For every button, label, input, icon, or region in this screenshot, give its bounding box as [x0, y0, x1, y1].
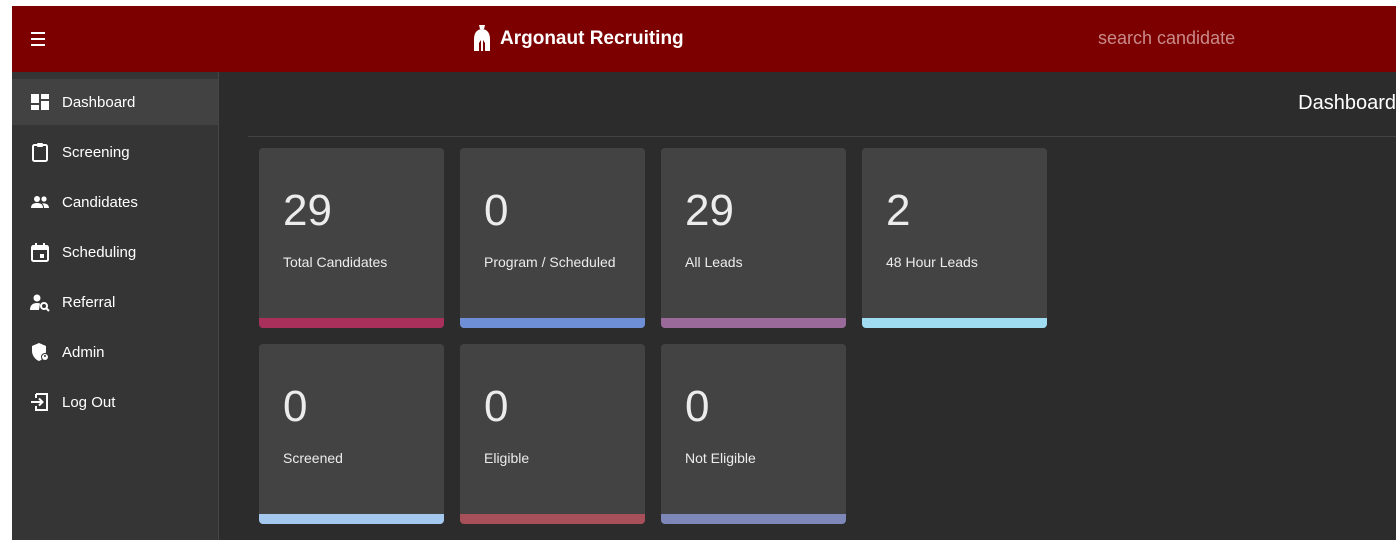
stat-card-screened[interactable]: 0 Screened: [259, 344, 444, 524]
sidebar-item-label: Dashboard: [62, 94, 136, 111]
sidebar-item-label: Candidates: [62, 194, 138, 211]
stat-card-48-hour-leads[interactable]: 2 48 Hour Leads: [862, 148, 1047, 328]
stat-label: All Leads: [685, 254, 743, 270]
stat-label: 48 Hour Leads: [886, 254, 978, 270]
stat-value: 0: [283, 382, 308, 431]
sidebar-item-scheduling[interactable]: Scheduling: [12, 229, 218, 275]
clipboard-icon: [32, 143, 48, 162]
stat-card-all-leads[interactable]: 29 All Leads: [661, 148, 846, 328]
sidebar-item-label: Log Out: [62, 394, 116, 411]
sidebar-item-label: Screening: [62, 144, 130, 161]
stat-value: 0: [484, 382, 509, 431]
top-app-bar: Argonaut Recruiting: [12, 6, 1396, 72]
sidebar-item-label: Scheduling: [62, 244, 137, 261]
stat-value: 0: [484, 186, 509, 235]
stat-value: 0: [685, 382, 710, 431]
accent-bar: [862, 318, 1047, 328]
sidebar-item-dashboard[interactable]: Dashboard: [12, 79, 218, 125]
stat-label: Eligible: [484, 450, 530, 466]
spartan-helmet-icon: [474, 25, 490, 51]
accent-bar: [661, 514, 846, 524]
stat-card-eligible[interactable]: 0 Eligible: [460, 344, 645, 524]
page-title: Dashboard: [1298, 92, 1396, 114]
person-search-icon: [30, 294, 50, 312]
dashboard-icon: [31, 94, 49, 110]
stat-label: Program / Scheduled: [484, 254, 616, 270]
stat-card-total-candidates[interactable]: 29 Total Candidates: [259, 148, 444, 328]
accent-bar: [259, 318, 444, 328]
sidebar-item-screening[interactable]: Screening: [12, 129, 218, 175]
sidebar-item-label: Referral: [62, 294, 116, 311]
app-title: Argonaut Recruiting: [500, 28, 684, 49]
accent-bar: [259, 514, 444, 524]
sidebar-item-logout[interactable]: Log Out: [12, 379, 218, 425]
stat-card-program-scheduled[interactable]: 0 Program / Scheduled: [460, 148, 645, 328]
stat-label: Not Eligible: [685, 450, 756, 466]
brand[interactable]: Argonaut Recruiting: [472, 24, 684, 54]
admin-shield-icon: [32, 343, 49, 361]
accent-bar: [661, 318, 846, 328]
accent-bar: [460, 318, 645, 328]
stat-label: Total Candidates: [283, 254, 388, 270]
stat-value: 29: [283, 186, 332, 235]
sidebar-item-referral[interactable]: Referral: [12, 279, 218, 325]
hamburger-menu-icon[interactable]: [28, 28, 50, 50]
title-divider: [248, 136, 1396, 137]
stat-value: 2: [886, 186, 911, 235]
calendar-icon: [31, 243, 49, 262]
logout-icon: [31, 393, 48, 411]
sidebar: Dashboard Screening Candidates Schedulin…: [12, 72, 219, 540]
people-icon: [31, 196, 49, 208]
stat-card-not-eligible[interactable]: 0 Not Eligible: [661, 344, 846, 524]
sidebar-item-label: Admin: [62, 344, 105, 361]
accent-bar: [460, 514, 645, 524]
stat-value: 29: [685, 186, 734, 235]
app-frame: Argonaut Recruiting Dashboard Screening: [12, 6, 1396, 540]
stat-label: Screened: [283, 450, 343, 466]
sidebar-item-candidates[interactable]: Candidates: [12, 179, 218, 225]
sidebar-item-admin[interactable]: Admin: [12, 329, 218, 375]
search-input[interactable]: [1092, 24, 1324, 52]
